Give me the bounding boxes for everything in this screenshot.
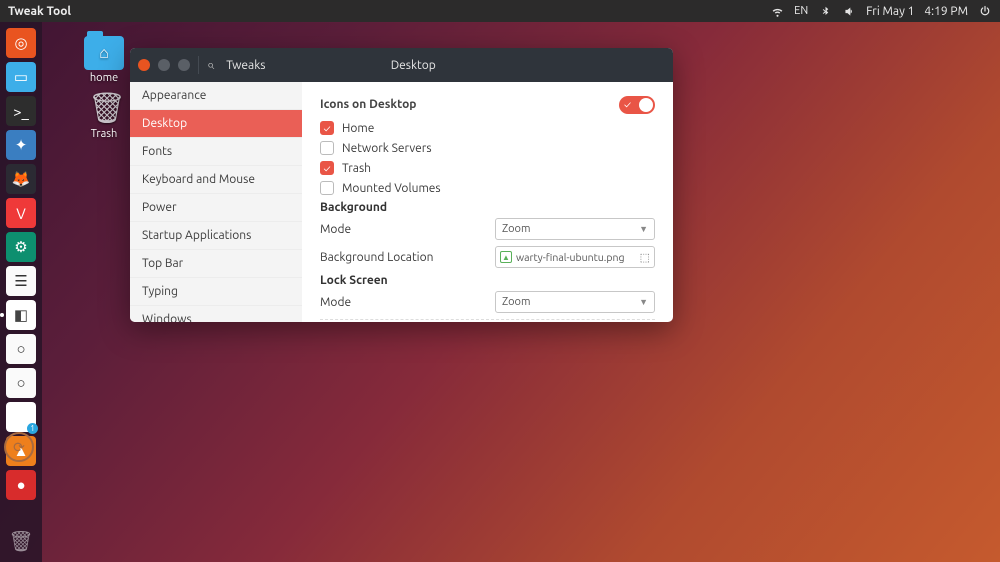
mounted-checkbox-label: Mounted Volumes — [342, 182, 441, 195]
tweaks-content: Icons on Desktop ✓ Home Network Servers … — [302, 82, 673, 322]
bg-mode-label: Mode — [320, 223, 495, 236]
launcher-trash-icon[interactable]: 🗑 — [6, 526, 36, 556]
top-bar: Tweak Tool EN Fri May 1 4:19 PM — [0, 0, 1000, 22]
sidebar-item-typing[interactable]: Typing — [130, 278, 302, 306]
desktop-home-label: home — [90, 72, 118, 84]
network-checkbox-label: Network Servers — [342, 142, 432, 155]
launcher-swirl-icon[interactable]: ⟳ — [4, 432, 34, 462]
background-heading: Background — [320, 201, 655, 214]
chevron-down-icon: ▼ — [639, 224, 648, 234]
bg-location-label: Background Location — [320, 251, 495, 264]
launcher-firefox-icon[interactable]: 🦊 — [6, 164, 36, 194]
launcher-dash-icon[interactable]: ◎ — [6, 28, 36, 58]
sidebar-item-power[interactable]: Power — [130, 194, 302, 222]
icons-on-desktop-heading: Icons on Desktop — [320, 98, 619, 111]
bg-location-chooser[interactable]: ▲ warty-final-ubuntu.png ⬚ — [495, 246, 655, 268]
launcher-dock: ◎ ▭ >_ ✦ 🦊 V ⚙ ☰ ◧ ○ ○ 🛍1 ▲ ● ⟳ 🗑 — [0, 22, 42, 562]
tweaks-window: ⌕ Tweaks Desktop Appearance Desktop Font… — [130, 48, 673, 322]
launcher-red-icon[interactable]: ● — [6, 470, 36, 500]
launcher-vivaldi-icon[interactable]: V — [6, 198, 36, 228]
home-checkbox-label: Home — [342, 122, 374, 135]
sidebar-item-fonts[interactable]: Fonts — [130, 138, 302, 166]
launcher-app8-icon[interactable]: ☰ — [6, 266, 36, 296]
lockscreen-heading: Lock Screen — [320, 274, 655, 287]
topbar-app-title: Tweak Tool — [8, 5, 71, 18]
wifi-icon[interactable] — [770, 4, 784, 18]
icons-on-desktop-switch[interactable] — [619, 96, 655, 114]
trash-icon: 🗑 — [88, 92, 120, 126]
trash-checkbox-label: Trash — [342, 162, 371, 175]
launcher-app4-icon[interactable]: ✦ — [6, 130, 36, 160]
bg-mode-select[interactable]: Zoom ▼ — [495, 218, 655, 240]
desktop-home-icon[interactable]: home — [76, 36, 132, 84]
home-checkbox[interactable]: ✓ — [320, 121, 334, 135]
topbar-date[interactable]: Fri May 1 — [866, 5, 914, 18]
volume-icon[interactable] — [842, 4, 856, 18]
sidebar-item-windows[interactable]: Windows — [130, 306, 302, 322]
power-icon[interactable] — [978, 4, 992, 18]
tweaks-sidebar: Appearance Desktop Fonts Keyboard and Mo… — [130, 82, 302, 322]
desktop-trash-label: Trash — [91, 128, 118, 140]
ls-mode-label: Mode — [320, 296, 495, 309]
launcher-software-icon[interactable]: 🛍1 — [6, 402, 36, 432]
file-open-icon: ⬚ — [640, 251, 650, 264]
network-checkbox[interactable] — [320, 141, 334, 155]
chevron-down-icon: ▼ — [639, 297, 648, 307]
sidebar-item-topbar[interactable]: Top Bar — [130, 250, 302, 278]
sidebar-item-appearance[interactable]: Appearance — [130, 82, 302, 110]
launcher-app10-icon[interactable]: ○ — [6, 334, 36, 364]
window-title: Desktop — [153, 59, 673, 72]
topbar-time[interactable]: 4:19 PM — [924, 5, 968, 18]
image-file-icon: ▲ — [500, 251, 512, 263]
launcher-files-icon[interactable]: ▭ — [6, 62, 36, 92]
search-icon[interactable]: ⌕ — [207, 58, 214, 73]
bg-location-value: warty-final-ubuntu.png — [516, 251, 625, 263]
sidebar-item-desktop[interactable]: Desktop — [130, 110, 302, 138]
ls-mode-select[interactable]: Zoom ▼ — [495, 291, 655, 313]
launcher-tweaks-icon[interactable]: ◧ — [6, 300, 36, 330]
bluetooth-icon[interactable] — [818, 4, 832, 18]
sidebar-item-startup[interactable]: Startup Applications — [130, 222, 302, 250]
launcher-terminal-icon[interactable]: >_ — [6, 96, 36, 126]
launcher-app11-icon[interactable]: ○ — [6, 368, 36, 398]
sidebar-item-keyboard[interactable]: Keyboard and Mouse — [130, 166, 302, 194]
bg-mode-value: Zoom — [502, 223, 531, 235]
desktop-trash-icon[interactable]: 🗑 Trash — [76, 92, 132, 140]
launcher-green-icon[interactable]: ⚙ — [6, 232, 36, 262]
window-close-button[interactable] — [138, 59, 150, 71]
window-titlebar[interactable]: ⌕ Tweaks Desktop — [130, 48, 673, 82]
trash-checkbox[interactable]: ✓ — [320, 161, 334, 175]
ls-mode-value: Zoom — [502, 296, 531, 308]
mounted-checkbox[interactable] — [320, 181, 334, 195]
topbar-status-area: EN Fri May 1 4:19 PM — [770, 4, 992, 18]
keyboard-lang[interactable]: EN — [794, 4, 808, 18]
folder-icon — [84, 36, 124, 70]
